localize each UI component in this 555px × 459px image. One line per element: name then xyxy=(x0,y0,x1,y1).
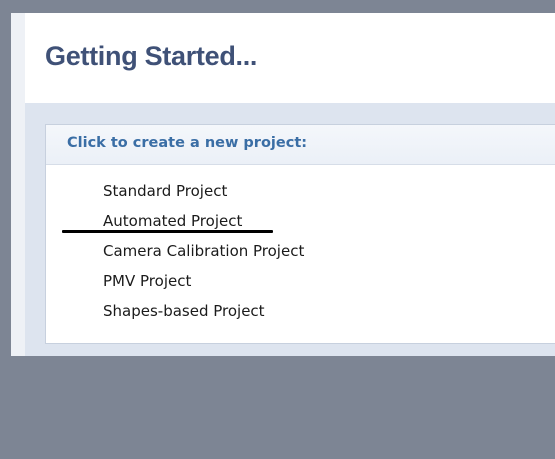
new-project-panel: Click to create a new project: Standard … xyxy=(45,124,555,344)
panel-header: Click to create a new project: xyxy=(46,125,555,165)
pmv-project-link[interactable]: PMV Project xyxy=(103,269,304,299)
automated-project-link[interactable]: Automated Project xyxy=(103,209,304,239)
page-header: Getting Started... xyxy=(25,13,555,103)
page-title: Getting Started... xyxy=(45,41,258,71)
camera-calibration-project-link[interactable]: Camera Calibration Project xyxy=(103,239,304,269)
highlight-underline xyxy=(62,230,273,233)
standard-project-link[interactable]: Standard Project xyxy=(103,179,304,209)
panel-title: Click to create a new project: xyxy=(67,135,308,151)
project-list: Standard Project Automated Project Camer… xyxy=(103,179,304,329)
shapes-based-project-link[interactable]: Shapes-based Project xyxy=(103,299,304,329)
window-left-edge xyxy=(11,13,25,356)
